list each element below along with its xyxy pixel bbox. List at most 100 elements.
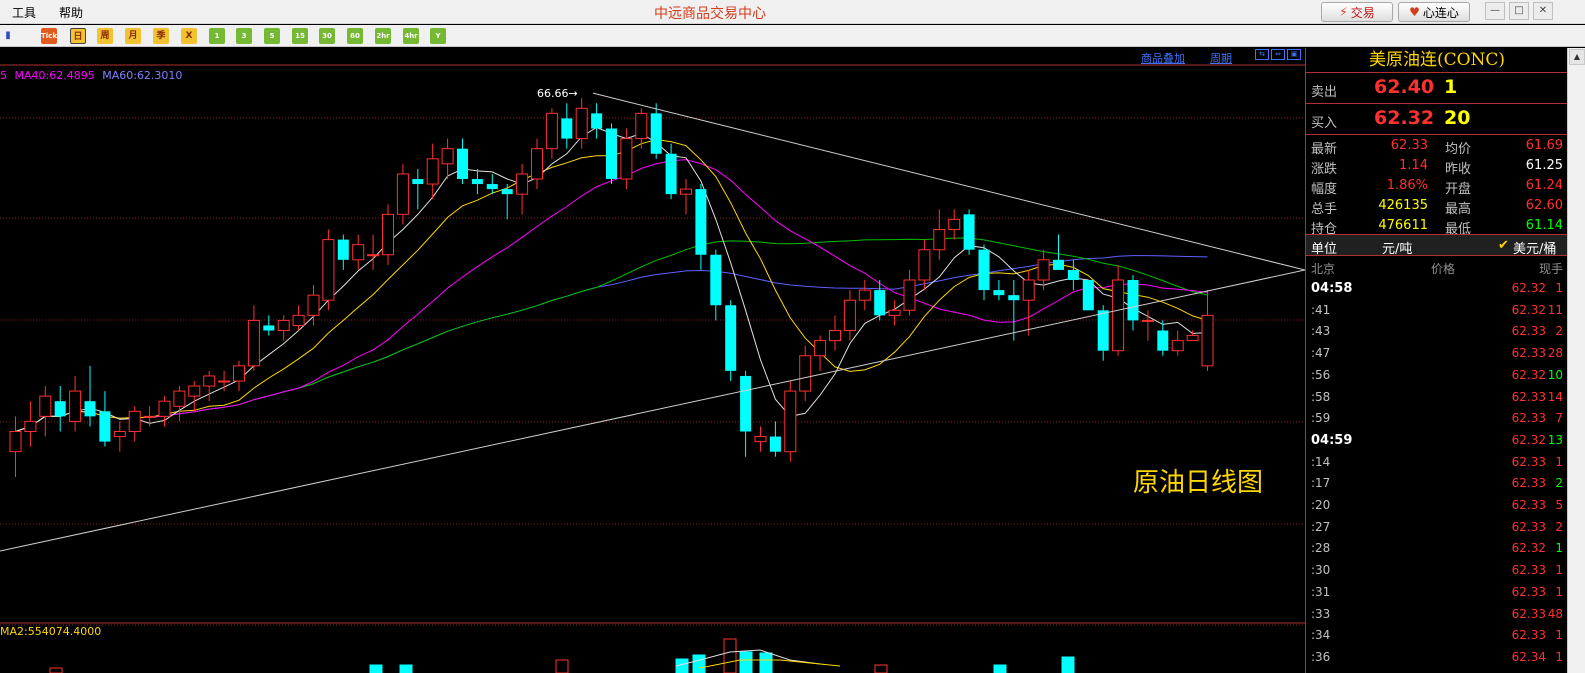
candle-body xyxy=(769,436,781,452)
tick-row: :43 62.33 2 xyxy=(1306,321,1568,342)
min1-button[interactable]: 1 xyxy=(209,28,225,44)
tick-time: :43 xyxy=(1311,324,1331,339)
tick-qty: 7 xyxy=(1555,411,1563,426)
tick-time: :14 xyxy=(1311,454,1331,469)
tick-row: :33 62.33 48 xyxy=(1306,604,1568,625)
min15-button[interactable]: 15 xyxy=(292,28,308,44)
chart-area[interactable]: 商品叠加 周期 ⇆ ⇔ ▣ 5 MA40:62.4895 MA60:62.301… xyxy=(0,48,1305,673)
candle-body xyxy=(441,148,454,165)
candle-body xyxy=(322,239,335,301)
stat-value: 426135 xyxy=(1378,198,1428,213)
candle-body xyxy=(292,314,305,326)
volume-bar xyxy=(369,664,383,673)
min30-button[interactable]: 30 xyxy=(319,28,335,44)
candle-body xyxy=(99,411,111,442)
candle-body xyxy=(843,299,856,331)
candle-body xyxy=(978,249,990,291)
candle-body xyxy=(606,128,617,179)
unit-option[interactable]: 美元/桶 xyxy=(1513,238,1556,257)
heart-button[interactable]: ♥ 心连心 xyxy=(1398,2,1470,22)
unit-value[interactable]: 元/吨 xyxy=(1382,238,1412,257)
candle-body xyxy=(203,375,216,387)
tick-button[interactable]: Tick xyxy=(41,28,57,44)
candle-body xyxy=(9,431,22,453)
scroll-up-icon[interactable]: ▲ xyxy=(1569,49,1585,65)
candle-body xyxy=(993,290,1005,296)
hr2-button[interactable]: 2hr xyxy=(375,28,391,44)
stat-row: 最新 62.33 均价 61.69 xyxy=(1306,136,1568,157)
tick-time: :56 xyxy=(1311,367,1331,382)
volume-bar xyxy=(993,664,1007,673)
menu-bar: 工具 帮助 中远商品交易中心 ⚡ 交易 ♥ 心连心 — □ ✕ xyxy=(0,0,1585,24)
tick-time: :34 xyxy=(1311,628,1331,643)
candle-body xyxy=(412,179,424,185)
unit-row: 单位 元/吨 ✔ 美元/桶 xyxy=(1306,234,1568,257)
stat-value: 1.14 xyxy=(1399,158,1428,173)
tick-qty: 1 xyxy=(1555,628,1563,643)
quarterly-button[interactable]: 季 xyxy=(153,28,169,44)
maximize-view-icon[interactable]: ▣ xyxy=(1287,49,1301,60)
candle-body xyxy=(1037,259,1050,281)
overlay-link[interactable]: 商品叠加 xyxy=(1141,50,1185,66)
candle-body xyxy=(128,410,141,432)
candle-body xyxy=(1171,340,1184,352)
candle-body xyxy=(233,365,245,382)
candle-body xyxy=(1112,279,1125,352)
candle-body xyxy=(426,158,439,185)
tick-time: :33 xyxy=(1311,606,1331,621)
candle-body xyxy=(918,249,931,281)
candle-body xyxy=(1008,295,1020,301)
hr4-button[interactable]: 4hr xyxy=(403,28,419,44)
candle-body xyxy=(620,138,633,180)
min60-button[interactable]: 60 xyxy=(347,28,363,44)
kline-icon[interactable]: ▮ xyxy=(0,28,16,44)
quote-panel: 美原油连(CONC) 卖出 62.40 1 买入 62.32 20 最新 62.3… xyxy=(1305,48,1568,673)
period-link[interactable]: 周期 xyxy=(1210,50,1232,66)
candle-body xyxy=(1053,259,1064,270)
close-icon[interactable]: ✕ xyxy=(1533,2,1553,20)
bid-volume: 20 xyxy=(1444,107,1471,129)
candle-body xyxy=(1097,310,1109,351)
tick-time: :59 xyxy=(1311,411,1331,426)
candle-body xyxy=(39,395,52,417)
candle-body xyxy=(561,118,573,139)
tick-time: :58 xyxy=(1311,389,1331,404)
lightning-icon: ⚡ xyxy=(1339,5,1348,19)
volume-bar xyxy=(692,654,706,673)
year-button[interactable]: Y xyxy=(430,28,446,44)
candle-body xyxy=(933,229,946,251)
tick-row: :28 62.32 1 xyxy=(1306,538,1568,559)
volume-bar xyxy=(723,638,737,673)
tick-row: :41 62.32 11 xyxy=(1306,300,1568,321)
scrollbar[interactable]: ▲ xyxy=(1567,48,1585,673)
stat-value: 61.14 xyxy=(1525,218,1563,233)
min5-button[interactable]: 5 xyxy=(264,28,280,44)
tick-time: :36 xyxy=(1311,649,1331,664)
tick-row: :58 62.33 14 xyxy=(1306,387,1568,408)
chart-caption: 原油日线图 xyxy=(1133,468,1264,498)
candle-body xyxy=(218,380,231,383)
cross-button[interactable]: X xyxy=(181,28,197,44)
candle-body xyxy=(784,390,797,453)
tick-qty: 48 xyxy=(1547,606,1563,621)
monthly-button[interactable]: 月 xyxy=(125,28,141,44)
tick-row: :56 62.32 10 xyxy=(1306,365,1568,386)
app-title: 中远商品交易中心 xyxy=(654,6,766,22)
candle-body xyxy=(874,290,886,316)
minimize-icon[interactable]: — xyxy=(1485,2,1505,20)
daily-button[interactable]: 日 xyxy=(70,28,86,44)
shrink-icon[interactable]: ⇆ xyxy=(1255,49,1269,60)
expand-icon[interactable]: ⇔ xyxy=(1271,49,1285,60)
instrument-name: 美原油连(CONC) xyxy=(1306,48,1568,73)
maximize-icon[interactable]: □ xyxy=(1509,2,1529,20)
candle-body xyxy=(531,148,543,180)
min3-button[interactable]: 3 xyxy=(236,28,252,44)
candlestick-chart[interactable] xyxy=(0,48,1305,673)
tick-qty: 28 xyxy=(1547,346,1563,361)
candle-body xyxy=(84,401,96,417)
weekly-button[interactable]: 周 xyxy=(97,28,113,44)
trade-button[interactable]: ⚡ 交易 xyxy=(1321,2,1393,22)
ma40-legend: MA40:62.4895 xyxy=(14,69,95,82)
tick-time: 04:59 xyxy=(1311,432,1353,448)
heart-button-label: 心连心 xyxy=(1422,5,1459,20)
